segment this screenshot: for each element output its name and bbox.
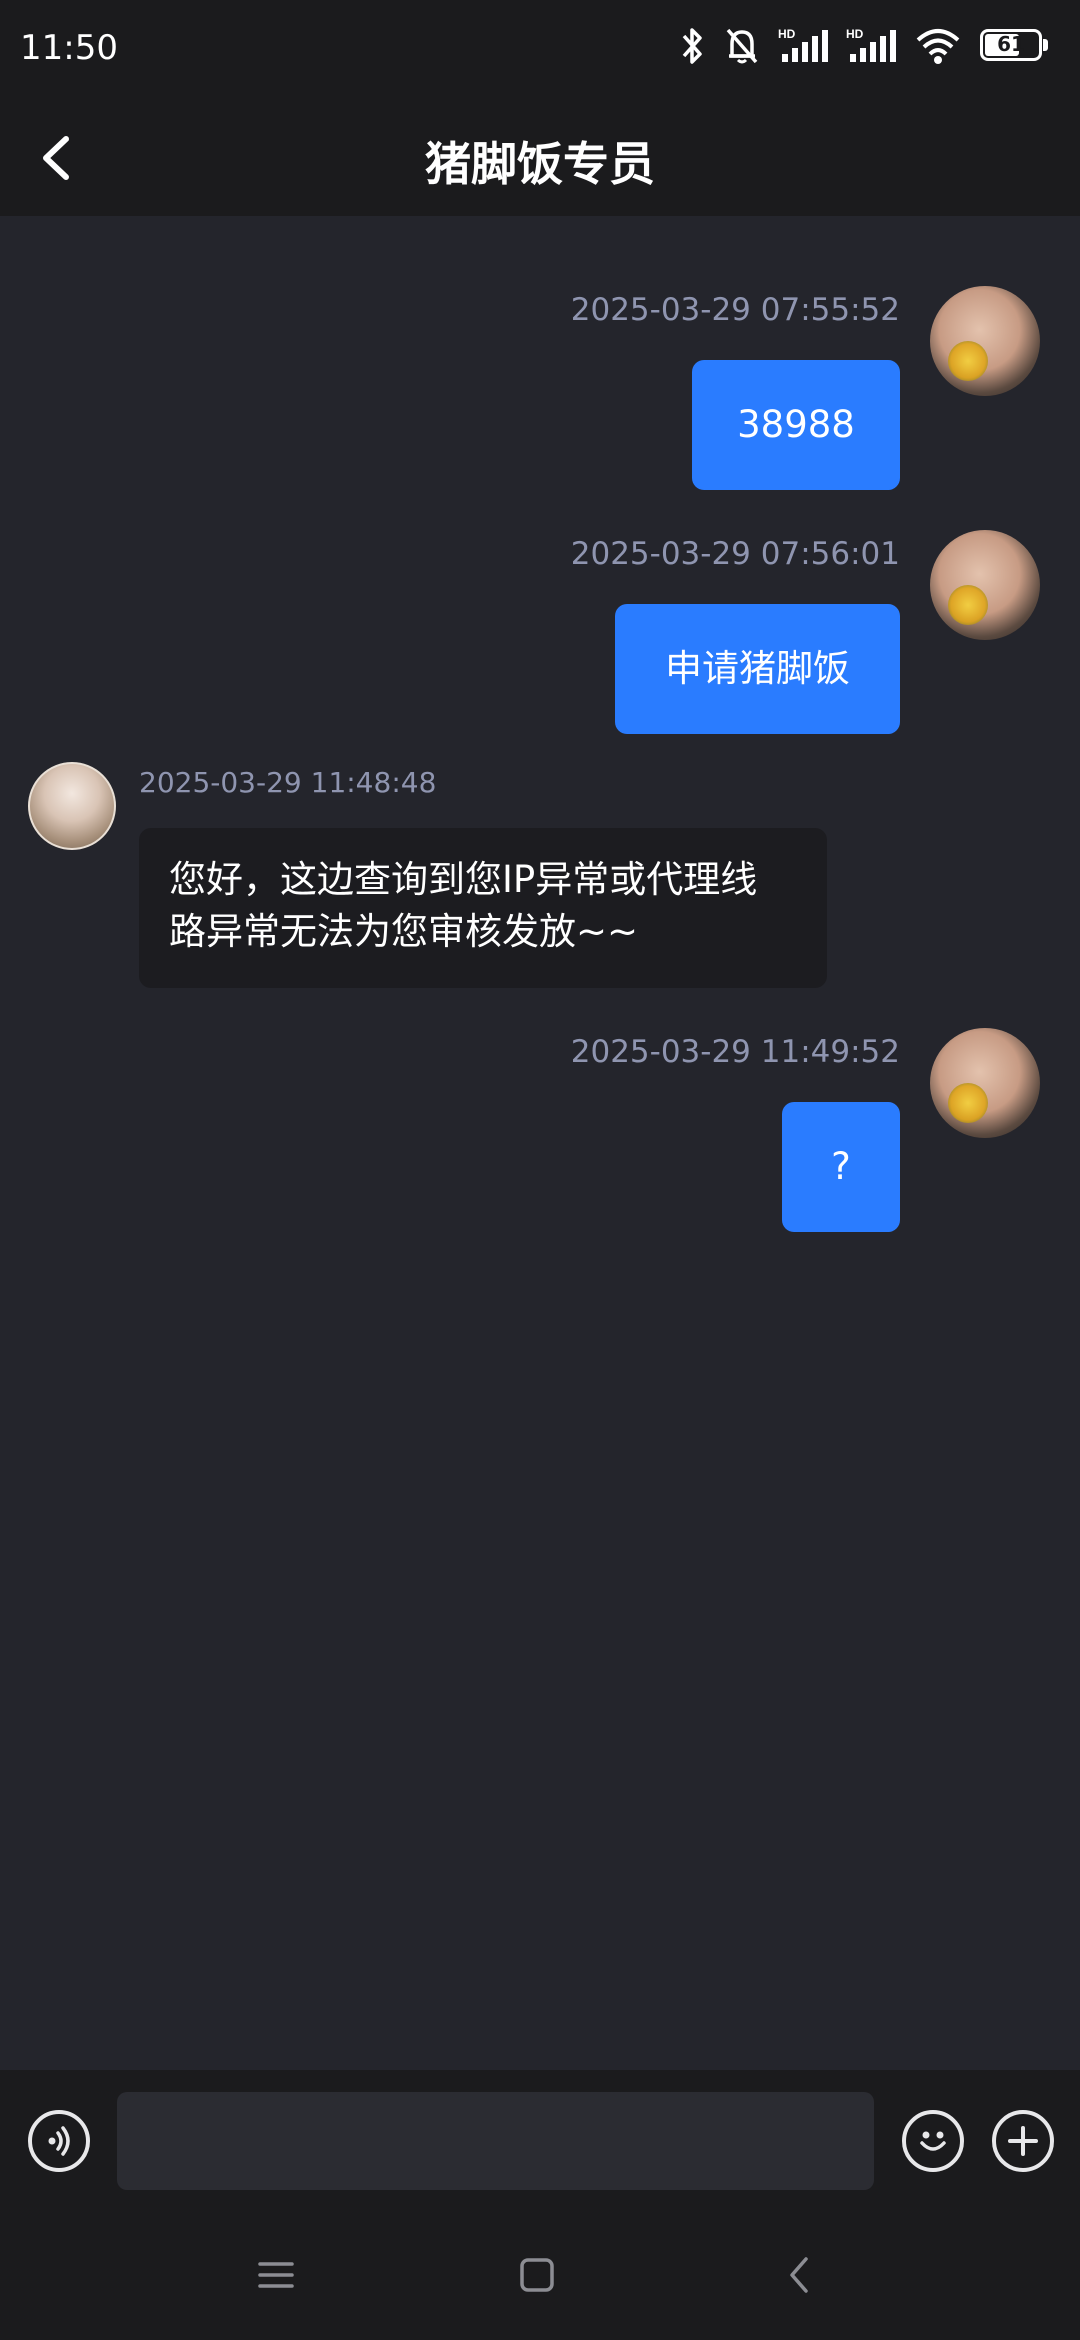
message-list[interactable]: 2025-03-29 07:55:52 38988 2025-03-29 07:… bbox=[0, 216, 1080, 2070]
message-timestamp: 2025-03-29 11:49:52 bbox=[570, 1034, 900, 1070]
status-bar: 11:50 HD HD 61 bbox=[0, 0, 1080, 100]
sent-message-bubble[interactable]: ? bbox=[782, 1102, 900, 1232]
status-time: 11:50 bbox=[20, 28, 118, 68]
svg-text:HD: HD bbox=[846, 27, 864, 41]
status-icons: HD HD 61 bbox=[680, 26, 1050, 66]
signal-hd-icon: HD bbox=[778, 27, 828, 62]
message-timestamp: 2025-03-29 07:56:01 bbox=[570, 536, 900, 572]
bluetooth-icon bbox=[682, 28, 702, 64]
battery-icon: 61 bbox=[980, 29, 1050, 63]
bell-off-icon bbox=[726, 28, 758, 64]
message-timestamp: 2025-03-29 07:55:52 bbox=[570, 292, 900, 328]
sent-message-bubble[interactable]: 申请猪脚饭 bbox=[615, 604, 900, 734]
emoji-button[interactable] bbox=[902, 2110, 964, 2172]
message-timestamp: 2025-03-29 11:48:48 bbox=[139, 766, 437, 799]
message-text-line: 路异常无法为您审核发放~~ bbox=[169, 910, 639, 953]
chat-header: 猪脚饭专员 bbox=[0, 100, 1080, 216]
message-text: 38988 bbox=[737, 403, 855, 446]
nav-back-button[interactable] bbox=[770, 2250, 830, 2300]
back-icon bbox=[790, 2257, 808, 2293]
message-input[interactable] bbox=[117, 2092, 874, 2190]
input-bar bbox=[0, 2070, 1080, 2210]
home-button[interactable] bbox=[507, 2250, 567, 2300]
wifi-icon bbox=[916, 29, 960, 64]
message-text: ? bbox=[831, 1145, 851, 1188]
agent-avatar[interactable] bbox=[28, 762, 116, 850]
battery-level: 61 bbox=[997, 32, 1025, 56]
chat-screen: 11:50 HD HD 61 猪脚饭专员 2025-03-29 07:55:52… bbox=[0, 0, 1080, 2340]
my-avatar[interactable] bbox=[930, 530, 1040, 640]
plus-button[interactable] bbox=[992, 2110, 1054, 2172]
received-message-bubble[interactable]: 您好，这边查询到您IP异常或代理线 路异常无法为您审核发放~~ bbox=[139, 828, 827, 988]
my-avatar[interactable] bbox=[930, 286, 1040, 396]
plus-icon bbox=[1008, 2126, 1038, 2156]
sent-message-bubble[interactable]: 38988 bbox=[692, 360, 900, 490]
voice-button[interactable] bbox=[28, 2110, 90, 2172]
emoji-icon bbox=[920, 2131, 946, 2151]
page-title: 猪脚饭专员 bbox=[425, 137, 655, 191]
svg-text:HD: HD bbox=[778, 27, 796, 41]
signal-hd-icon: HD bbox=[846, 27, 896, 62]
message-text: 申请猪脚饭 bbox=[665, 647, 850, 690]
home-icon bbox=[520, 2258, 554, 2292]
message-text-line: 您好，这边查询到您IP异常或代理线 bbox=[169, 858, 758, 901]
system-nav-bar bbox=[0, 2210, 1080, 2340]
voice-icon bbox=[48, 2126, 70, 2156]
menu-icon bbox=[258, 2262, 294, 2288]
menu-button[interactable] bbox=[246, 2250, 306, 2300]
my-avatar[interactable] bbox=[930, 1028, 1040, 1138]
